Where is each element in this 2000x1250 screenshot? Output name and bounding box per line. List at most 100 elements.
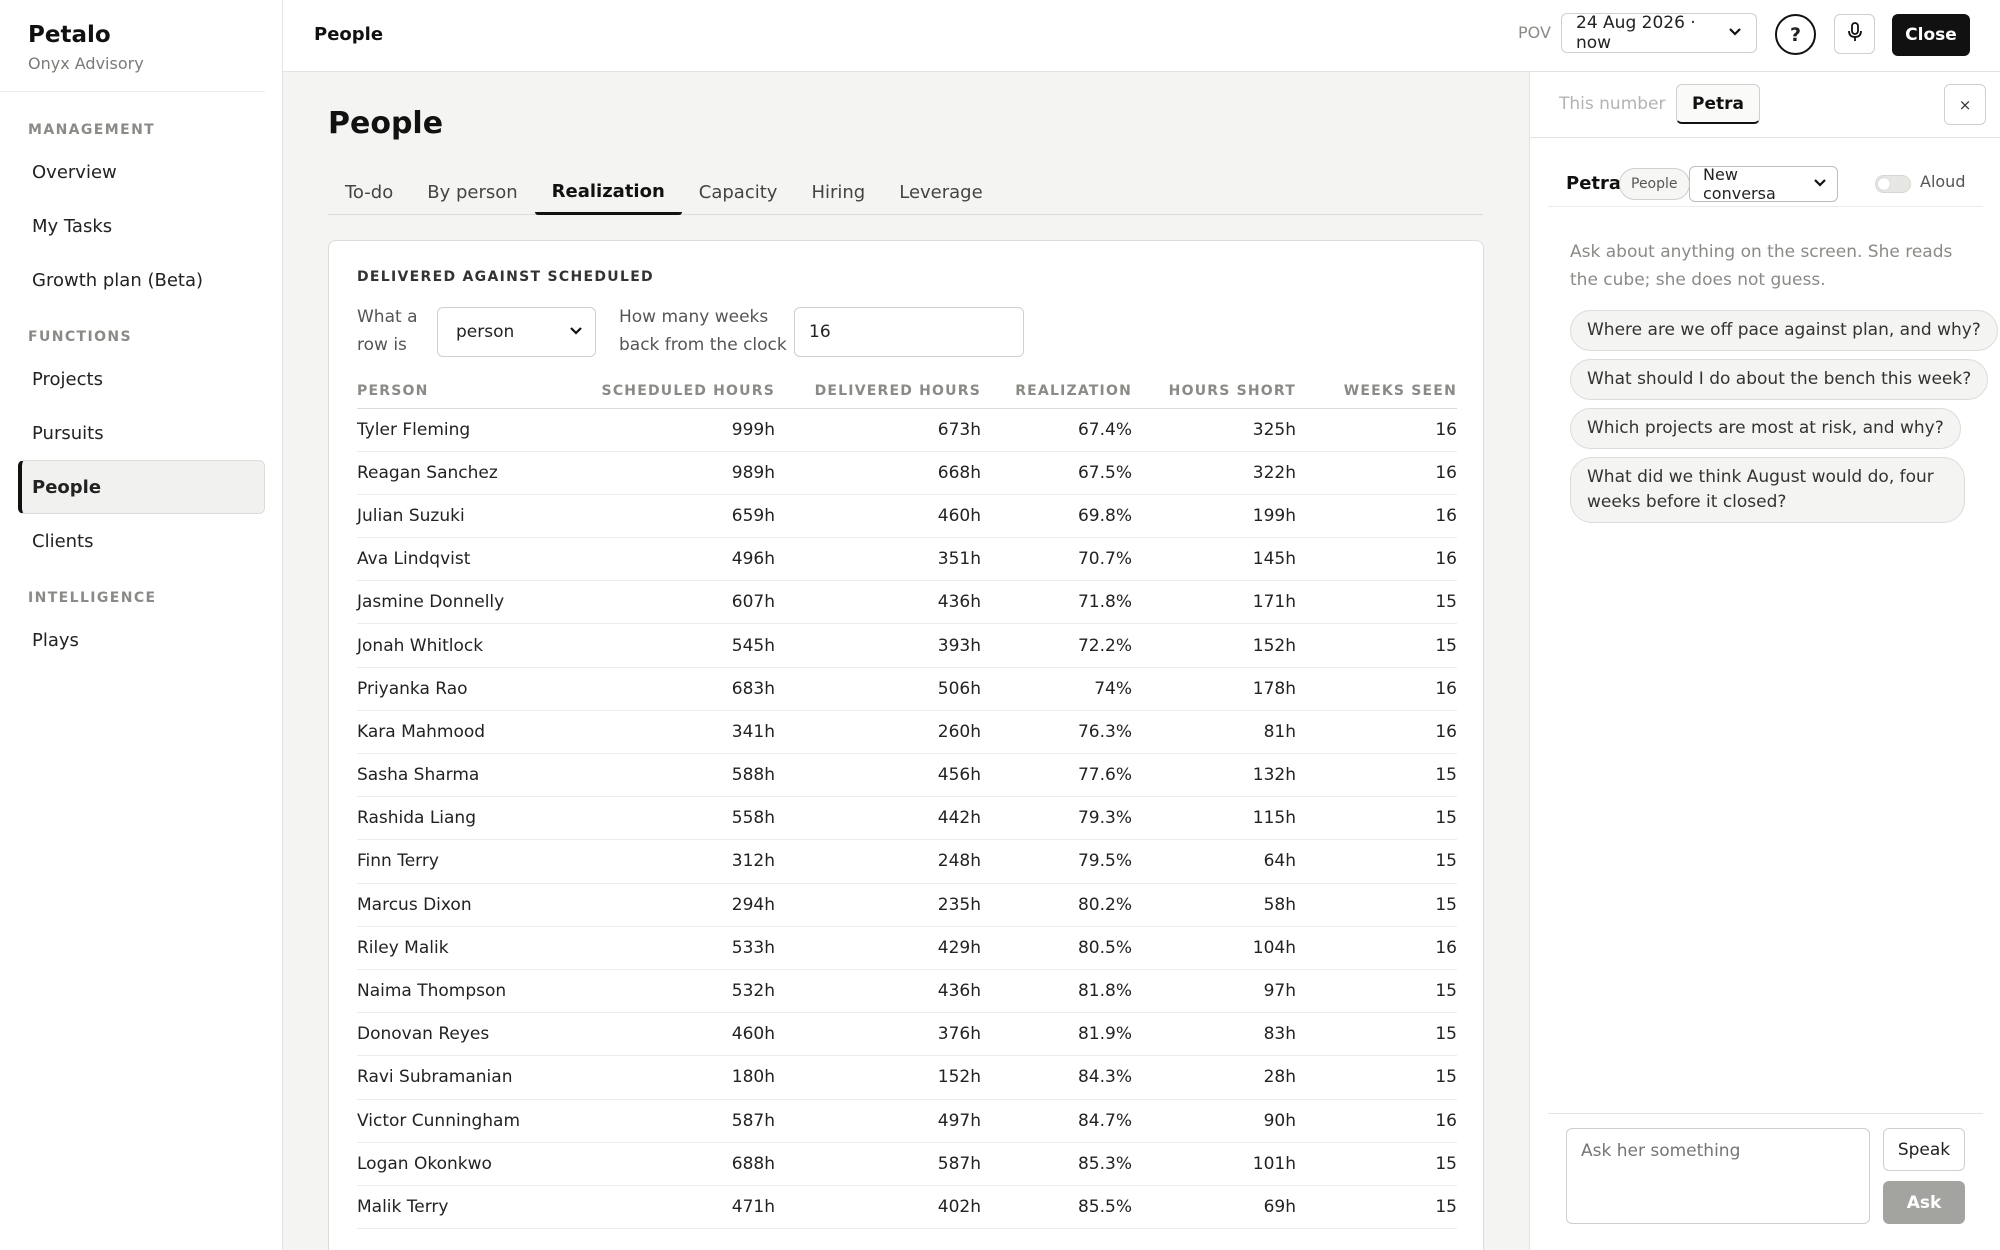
ask-button[interactable]: Ask: [1883, 1181, 1965, 1224]
table-row[interactable]: Marcus Dixon 294h 235h 80.2% 58h 15: [357, 883, 1457, 927]
panel-tab-petra[interactable]: Petra: [1676, 84, 1760, 124]
chevron-down-icon: [569, 324, 583, 340]
table-row[interactable]: Reagan Sanchez 989h 668h 67.5% 322h 16: [357, 451, 1457, 495]
table-header-row: PERSON SCHEDULED HOURS DELIVERED HOURS R…: [357, 374, 1457, 409]
cell-weeks-seen: 15: [1296, 1055, 1457, 1100]
panel-tab-this-number[interactable]: This number: [1559, 94, 1666, 114]
table-row[interactable]: Priyanka Rao 683h 506h 74% 178h 16: [357, 667, 1457, 711]
table-row[interactable]: Ravi Subramanian 180h 152h 84.3% 28h 15: [357, 1055, 1457, 1100]
aloud-toggle[interactable]: [1875, 175, 1911, 193]
nav-item-my-tasks[interactable]: My Tasks: [18, 199, 265, 253]
nav-item-clients[interactable]: Clients: [18, 514, 265, 568]
cell-person: Kara Mahmood: [357, 710, 562, 755]
table-row[interactable]: Finn Terry 312h 248h 79.5% 64h 15: [357, 839, 1457, 884]
cell-scheduled-hours: 294h: [562, 883, 775, 927]
table-row[interactable]: Kara Mahmood 341h 260h 76.3% 81h 16: [357, 710, 1457, 755]
cell-hours-short: 325h: [1132, 408, 1296, 452]
ask-input[interactable]: [1566, 1128, 1870, 1224]
topbar-title: People: [314, 24, 384, 45]
cell-scheduled-hours: 471h: [562, 1185, 775, 1230]
cell-hours-short: 69h: [1132, 1185, 1296, 1230]
cell-realization: 81.8%: [981, 969, 1132, 1014]
cell-scheduled-hours: 989h: [562, 451, 775, 495]
table-row[interactable]: Jasmine Donnelly 607h 436h 71.8% 171h 15: [357, 580, 1457, 625]
table-body: Tyler Fleming 999h 673h 67.4% 325h 16 Reagan S…: [357, 408, 1457, 1230]
suggestion-chip[interactable]: Which projects are most at risk, and why…: [1570, 408, 1961, 449]
table-row[interactable]: Riley Malik 533h 429h 80.5% 104h 16: [357, 926, 1457, 970]
cell-realization: 80.5%: [981, 926, 1132, 970]
conversation-value: New conversa: [1703, 166, 1776, 202]
cell-realization: 70.7%: [981, 537, 1132, 582]
nav-item-overview[interactable]: Overview: [18, 145, 265, 199]
table-row[interactable]: Jonah Whitlock 545h 393h 72.2% 152h 15: [357, 623, 1457, 668]
table-row[interactable]: Rashida Liang 558h 442h 79.3% 115h 15: [357, 796, 1457, 841]
cell-weeks-seen: 15: [1296, 1142, 1457, 1186]
cell-realization: 85.3%: [981, 1142, 1132, 1186]
cell-hours-short: 132h: [1132, 753, 1296, 798]
tab-leverage[interactable]: Leverage: [882, 170, 999, 215]
row-type-select[interactable]: person: [437, 307, 596, 357]
close-button[interactable]: Close: [1892, 14, 1970, 56]
table-row[interactable]: Ava Lindqvist 496h 351h 70.7% 145h 16: [357, 537, 1457, 582]
topbar: People POV 24 Aug 2026 · now ? Close: [283, 0, 2000, 72]
table-row[interactable]: Naima Thompson 532h 436h 81.8% 97h 15: [357, 969, 1457, 1014]
cell-weeks-seen: 16: [1296, 408, 1457, 452]
speak-button[interactable]: Speak: [1883, 1128, 1965, 1171]
table-row[interactable]: Donovan Reyes 460h 376h 81.9% 83h 15: [357, 1012, 1457, 1057]
nav-item-growth-plan[interactable]: Growth plan (Beta): [18, 253, 265, 307]
weeks-label-line-1: How many weeks: [619, 307, 769, 327]
cell-realization: 76.3%: [981, 710, 1132, 755]
microphone-button[interactable]: [1834, 14, 1875, 54]
nav-item-projects[interactable]: Projects: [18, 352, 265, 406]
cell-person: Rashida Liang: [357, 796, 562, 841]
cell-weeks-seen: 15: [1296, 796, 1457, 841]
tab-hiring[interactable]: Hiring: [794, 170, 882, 215]
tab-realization[interactable]: Realization: [534, 170, 682, 215]
cell-scheduled-hours: 180h: [562, 1055, 775, 1100]
suggestion-chip[interactable]: Where are we off pace against plan, and …: [1570, 310, 1998, 351]
tab-to-do[interactable]: To-do: [328, 170, 410, 215]
cell-weeks-seen: 16: [1296, 537, 1457, 582]
cell-person: Priyanka Rao: [357, 667, 562, 711]
cell-scheduled-hours: 496h: [562, 537, 775, 582]
context-badge: People: [1619, 168, 1690, 200]
column-header-realization[interactable]: REALIZATION: [981, 374, 1132, 409]
cell-scheduled-hours: 999h: [562, 408, 775, 452]
nav-section-management: MANAGEMENT: [28, 122, 156, 138]
table-row[interactable]: Julian Suzuki 659h 460h 69.8% 199h 16: [357, 494, 1457, 539]
nav-item-plays[interactable]: Plays: [18, 613, 265, 667]
table-row[interactable]: Victor Cunningham 587h 497h 84.7% 90h 16: [357, 1099, 1457, 1143]
suggestion-chip[interactable]: What did we think August would do, four …: [1570, 457, 1965, 523]
column-header-weeks-seen[interactable]: WEEKS SEEN: [1296, 374, 1457, 409]
close-icon[interactable]: ×: [1944, 84, 1986, 125]
table-row[interactable]: Sasha Sharma 588h 456h 77.6% 132h 15: [357, 753, 1457, 798]
nav-item-people[interactable]: People: [18, 460, 265, 514]
help-button[interactable]: ?: [1775, 14, 1816, 55]
table-row[interactable]: Malik Terry 471h 402h 85.5% 69h 15: [357, 1185, 1457, 1230]
tab-capacity[interactable]: Capacity: [682, 170, 795, 215]
cell-weeks-seen: 16: [1296, 494, 1457, 539]
table-row[interactable]: Tyler Fleming 999h 673h 67.4% 325h 16: [357, 408, 1457, 452]
suggestion-chip[interactable]: What should I do about the bench this we…: [1570, 359, 1989, 400]
cell-person: Victor Cunningham: [357, 1099, 562, 1143]
conversation-select[interactable]: New conversa: [1689, 166, 1838, 202]
weeks-input[interactable]: [794, 307, 1024, 357]
assistant-panel: This number Petra × Petra People New con…: [1529, 72, 2000, 1250]
tab-by-person[interactable]: By person: [410, 170, 534, 215]
column-header-hours-short[interactable]: HOURS SHORT: [1132, 374, 1296, 409]
cell-hours-short: 83h: [1132, 1012, 1296, 1057]
nav-item-pursuits[interactable]: Pursuits: [18, 406, 265, 460]
cell-hours-short: 322h: [1132, 451, 1296, 495]
cell-delivered-hours: 460h: [775, 494, 981, 539]
column-header-delivered-hours[interactable]: DELIVERED HOURS: [775, 374, 981, 409]
table-row[interactable]: Logan Okonkwo 688h 587h 85.3% 101h 15: [357, 1142, 1457, 1186]
tab-bar: To-do By person Realization Capacity Hir…: [328, 170, 1483, 215]
cell-hours-short: 178h: [1132, 667, 1296, 711]
cell-hours-short: 199h: [1132, 494, 1296, 539]
panel-tab-bar: This number Petra ×: [1530, 72, 2000, 138]
pov-select[interactable]: 24 Aug 2026 · now: [1561, 13, 1757, 53]
column-header-scheduled-hours[interactable]: SCHEDULED HOURS: [562, 374, 775, 409]
column-header-person[interactable]: PERSON: [357, 374, 562, 409]
cell-delivered-hours: 429h: [775, 926, 981, 970]
cell-delivered-hours: 152h: [775, 1055, 981, 1100]
